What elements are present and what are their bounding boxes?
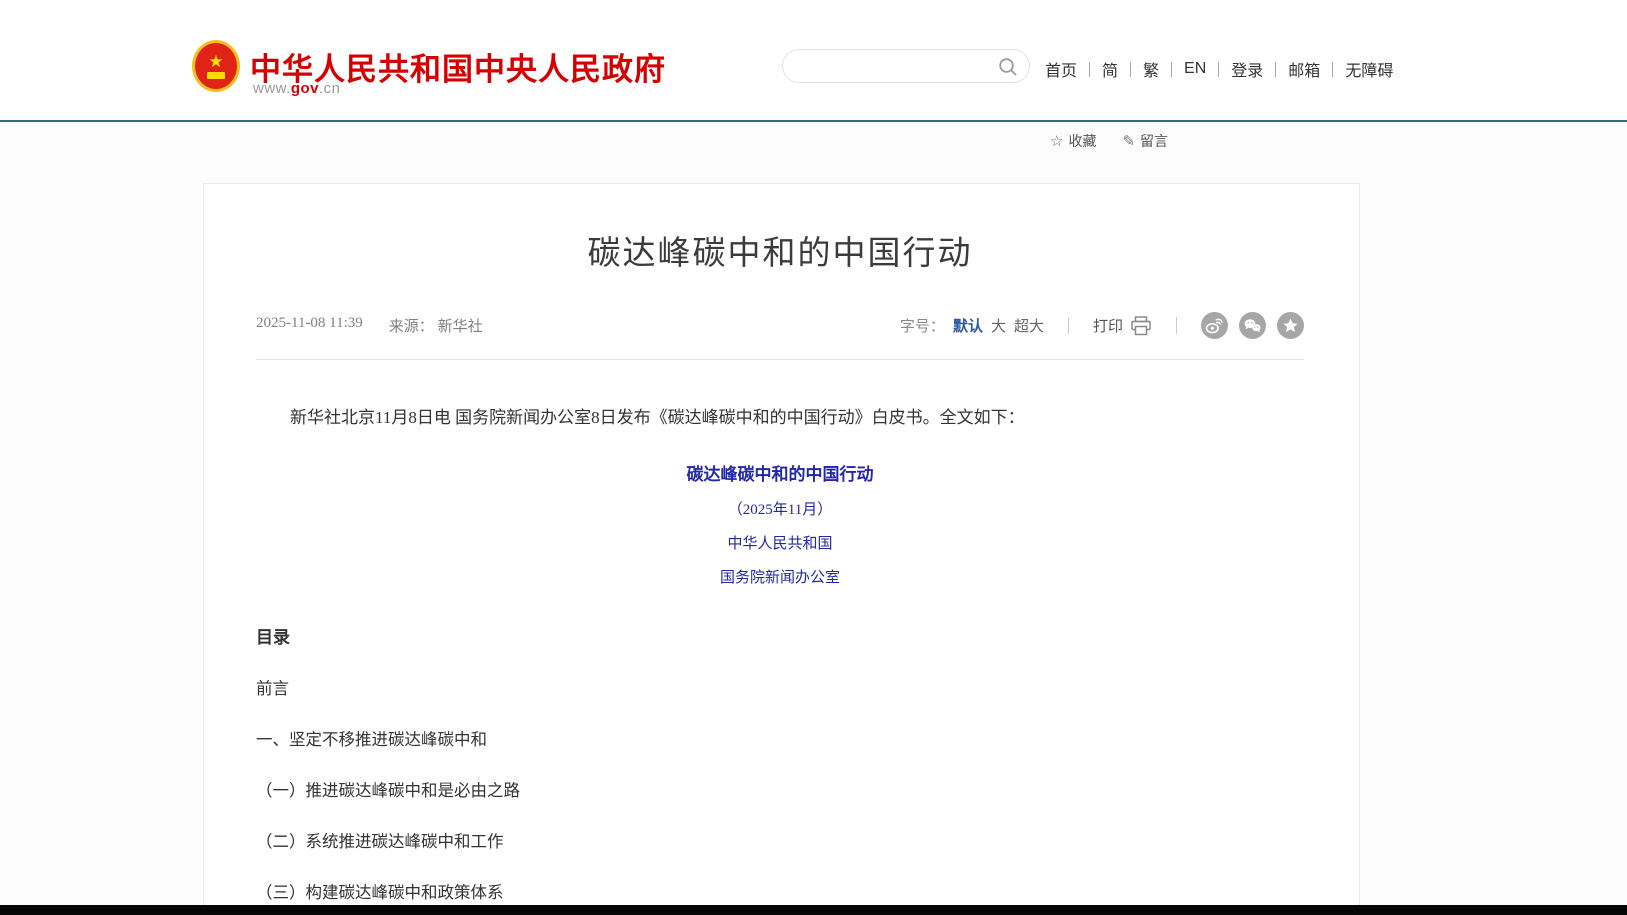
nav-separator xyxy=(1218,62,1219,77)
header-divider-line xyxy=(0,120,1627,122)
nav-separator xyxy=(1171,62,1172,77)
search-input[interactable] xyxy=(783,50,1029,82)
source-wrap: 来源： 新华社 xyxy=(389,315,483,336)
star-outline-icon: ☆ xyxy=(1050,132,1063,150)
article-body: 新华社北京11月8日电 国务院新闻办公室8日发布《碳达峰碳中和的中国行动》白皮书… xyxy=(256,404,1304,915)
article-title: 碳达峰碳中和的中国行动 xyxy=(256,226,1304,274)
meta-separator xyxy=(1068,317,1069,334)
qzone-share-icon[interactable] xyxy=(1277,312,1304,339)
publish-date: 2025-11-08 11:39 xyxy=(256,315,363,336)
nav-separator xyxy=(1089,62,1090,77)
toc-item-1-2: （二）系统推进碳达峰碳中和工作 xyxy=(256,828,1304,852)
url-www: www. xyxy=(253,80,291,97)
source-label: 来源： xyxy=(389,319,434,335)
article-meta-row: 2025-11-08 11:39 来源： 新华社 字号： 默认 大 超大 打印 xyxy=(256,312,1304,360)
wechat-share-icon[interactable] xyxy=(1239,312,1266,339)
site-header: ★ 中华人民共和国中央人民政府 www.gov.cn 首页简繁EN登录邮箱无障碍 xyxy=(0,0,1627,120)
font-size-default[interactable]: 默认 xyxy=(953,315,983,336)
url-gov: gov xyxy=(291,80,319,97)
national-emblem-logo: ★ xyxy=(192,40,240,92)
site-url: www.gov.cn xyxy=(253,80,341,97)
nav-separator xyxy=(1275,62,1276,77)
weibo-share-icon[interactable] xyxy=(1201,312,1228,339)
meta-right: 字号： 默认 大 超大 打印 xyxy=(900,312,1304,339)
font-size-large[interactable]: 大 xyxy=(991,315,1006,336)
print-label: 打印 xyxy=(1093,315,1123,336)
search-box xyxy=(782,49,1030,83)
bottom-edge-strip xyxy=(0,905,1627,915)
search-icon[interactable] xyxy=(997,56,1019,83)
print-button[interactable]: 打印 xyxy=(1093,315,1152,336)
toc-heading: 目录 xyxy=(256,623,1304,648)
page: ★ 中华人民共和国中央人民政府 www.gov.cn 首页简繁EN登录邮箱无障碍… xyxy=(0,0,1627,915)
doc-date-line: （2025年11月） xyxy=(256,498,1304,519)
message-button[interactable]: ✎ 留言 xyxy=(1122,131,1168,151)
nav-separator xyxy=(1332,62,1333,77)
nav-mail[interactable]: 邮箱 xyxy=(1288,57,1320,81)
pencil-icon: ✎ xyxy=(1122,132,1135,150)
lead-paragraph: 新华社北京11月8日电 国务院新闻办公室8日发布《碳达峰碳中和的中国行动》白皮书… xyxy=(256,404,1304,432)
font-size-label: 字号： xyxy=(900,315,945,336)
emblem-star-icon: ★ xyxy=(208,53,223,70)
toc-item-1-1: （一）推进碳达峰碳中和是必由之路 xyxy=(256,777,1304,801)
nav-simplified[interactable]: 简 xyxy=(1102,57,1118,81)
printer-icon xyxy=(1130,316,1152,336)
action-bar: ☆ 收藏 ✎ 留言 xyxy=(1050,131,1168,151)
emblem-gate-icon xyxy=(207,72,225,79)
toc-item-1: 一、坚定不移推进碳达峰碳中和 xyxy=(256,726,1304,750)
font-size-xlarge[interactable]: 超大 xyxy=(1014,315,1044,336)
doc-issuer-line1: 中华人民共和国 xyxy=(256,532,1304,553)
nav-traditional[interactable]: 繁 xyxy=(1143,57,1159,81)
toc-item-preface: 前言 xyxy=(256,675,1304,699)
nav-home[interactable]: 首页 xyxy=(1045,57,1077,81)
nav-login[interactable]: 登录 xyxy=(1231,57,1263,81)
share-icons xyxy=(1201,312,1304,339)
doc-issuer-line2: 国务院新闻办公室 xyxy=(256,566,1304,587)
nav-english[interactable]: EN xyxy=(1184,60,1206,78)
url-cn: .cn xyxy=(319,80,341,97)
favorite-label: 收藏 xyxy=(1068,131,1096,151)
toc-item-1-3: （三）构建碳达峰碳中和政策体系 xyxy=(256,879,1304,903)
favorite-button[interactable]: ☆ 收藏 xyxy=(1050,131,1096,151)
doc-title: 碳达峰碳中和的中国行动 xyxy=(256,460,1304,485)
meta-left: 2025-11-08 11:39 来源： 新华社 xyxy=(256,315,483,336)
message-label: 留言 xyxy=(1140,131,1168,151)
source-value[interactable]: 新华社 xyxy=(438,319,483,335)
top-nav: 首页 简 繁 EN 登录 邮箱 无障碍 xyxy=(1045,57,1393,81)
meta-separator xyxy=(1176,317,1177,334)
nav-accessibility[interactable]: 无障碍 xyxy=(1345,57,1393,81)
nav-separator xyxy=(1130,62,1131,77)
article-card: 碳达峰碳中和的中国行动 2025-11-08 11:39 来源： 新华社 字号：… xyxy=(203,183,1360,915)
